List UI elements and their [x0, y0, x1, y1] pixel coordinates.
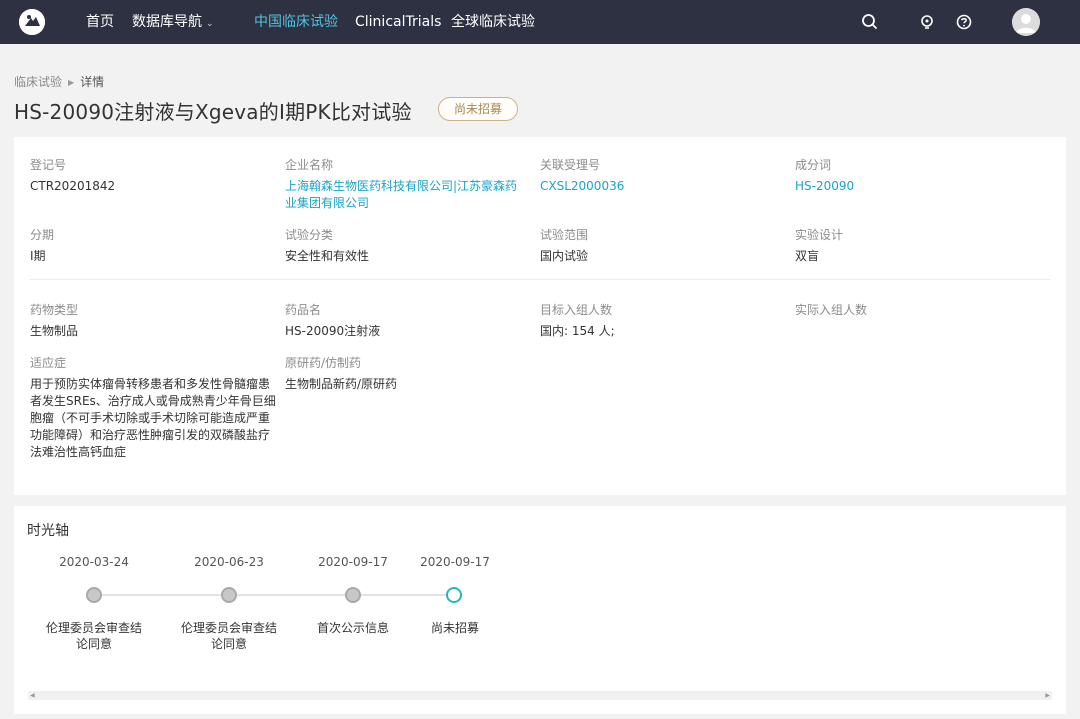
field-label: 分期	[30, 228, 55, 242]
timeline-node-current[interactable]	[446, 587, 462, 603]
nav-home[interactable]: 首页	[86, 0, 114, 44]
field-original-generic: 原研药/仿制药 生物制品新药/原研药	[285, 355, 525, 393]
field-label: 企业名称	[285, 158, 334, 172]
field-value: 生物制品新药/原研药	[285, 377, 398, 391]
field-label: 原研药/仿制药	[285, 356, 362, 370]
scroll-right-icon[interactable]: ▶	[1045, 691, 1050, 700]
field-trial-design: 实验设计 双盲	[795, 227, 1035, 265]
field-label: 目标入组人数	[540, 303, 613, 317]
nav-database-label: 数据库导航	[132, 14, 202, 30]
field-label: 登记号	[30, 158, 67, 172]
field-label: 实际入组人数	[795, 303, 868, 317]
timeline-event-label: 首次公示信息	[316, 621, 389, 635]
top-navigation-bar: 首页 数据库导航 ⌄ 中国临床试验 ClinicalTrials 全球临床试验	[0, 0, 1080, 44]
nav-clinicaltrials[interactable]: ClinicalTrials	[355, 0, 441, 44]
field-company-name: 企业名称 上海翰森生物医药科技有限公司|江苏豪森药业集团有限公司	[285, 157, 525, 212]
field-value: HS-20090注射液	[285, 324, 381, 338]
help-icon[interactable]	[954, 12, 974, 32]
timeline-date: 2020-03-24	[59, 555, 129, 569]
timeline-date: 2020-09-17	[318, 555, 388, 569]
field-value: 安全性和有效性	[285, 249, 370, 263]
nav-clinicaltrials-label: ClinicalTrials	[355, 14, 442, 30]
chevron-down-icon: ⌄	[206, 19, 214, 29]
field-drug-type: 药物类型 生物制品	[30, 302, 270, 340]
nav-china-label: 中国临床试验	[254, 14, 338, 30]
acceptance-number-link[interactable]: CXSL2000036	[540, 178, 780, 195]
page-title: HS-20090注射液与Xgeva的I期PK比对试验	[14, 100, 412, 124]
ingredient-link[interactable]: HS-20090	[795, 178, 1035, 195]
field-indication: 适应症 用于预防实体瘤骨转移患者和多发性骨髓瘤患者发生SREs、治疗成人或骨成熟…	[30, 355, 278, 461]
field-value: 生物制品	[30, 324, 79, 338]
timeline-event-label: 伦理委员会审查结论同意	[45, 621, 142, 651]
field-drug-name: 药品名 HS-20090注射液	[285, 302, 525, 340]
timeline-card: 时光轴 2020-03-24 伦理委员会审查结论同意 2020-06-23 伦理…	[14, 506, 1066, 714]
lightbulb-icon[interactable]	[917, 12, 937, 32]
section-divider	[30, 279, 1050, 280]
scroll-left-icon[interactable]: ◀	[30, 691, 35, 700]
field-label: 试验范围	[540, 228, 589, 242]
field-label: 实验设计	[795, 228, 844, 242]
breadcrumb-current: 详情	[80, 75, 105, 89]
field-value: 国内试验	[540, 249, 589, 263]
field-ingredient: 成分词 HS-20090	[795, 157, 1035, 195]
breadcrumb: 临床试验 ▶ 详情	[14, 73, 104, 90]
field-label: 药品名	[285, 303, 322, 317]
nav-global-label: 全球临床试验	[451, 14, 535, 30]
timeline-event-label: 伦理委员会审查结论同意	[180, 621, 277, 651]
field-trial-category: 试验分类 安全性和有效性	[285, 227, 525, 265]
nav-home-label: 首页	[86, 14, 114, 30]
nav-china-clinical-trials[interactable]: 中国临床试验	[254, 0, 338, 44]
field-value: I期	[30, 249, 46, 263]
breadcrumb-separator-icon: ▶	[68, 78, 75, 87]
logo-icon[interactable]	[19, 9, 45, 35]
trial-detail-card: 登记号 CTR20201842 企业名称 上海翰森生物医药科技有限公司|江苏豪森…	[14, 137, 1066, 495]
timeline-event-label: 尚未招募	[430, 621, 479, 635]
timeline-title: 时光轴	[27, 523, 69, 539]
field-trial-scope: 试验范围 国内试验	[540, 227, 780, 265]
timeline-date: 2020-09-17	[420, 555, 490, 569]
timeline-node[interactable]	[86, 587, 102, 603]
field-acceptance-number: 关联受理号 CXSL2000036	[540, 157, 780, 195]
field-target-enrollment: 目标入组人数 国内: 154 人;	[540, 302, 780, 340]
timeline-node[interactable]	[345, 587, 361, 603]
field-registration-number: 登记号 CTR20201842	[30, 157, 270, 195]
search-icon[interactable]	[860, 12, 880, 32]
field-value: 国内: 154 人;	[540, 324, 615, 338]
status-badge: 尚未招募	[438, 97, 519, 121]
field-value: 双盲	[795, 249, 820, 263]
timeline-track	[94, 594, 455, 596]
breadcrumb-parent-link[interactable]: 临床试验	[14, 75, 62, 89]
field-label: 药物类型	[30, 303, 79, 317]
field-label: 适应症	[30, 356, 67, 370]
field-value: CTR20201842	[30, 179, 116, 193]
field-value: 用于预防实体瘤骨转移患者和多发性骨髓瘤患者发生SREs、治疗成人或骨成熟青少年骨…	[30, 377, 276, 459]
field-label: 成分词	[795, 158, 832, 172]
nav-global-clinical-trials[interactable]: 全球临床试验	[451, 0, 535, 44]
company-name-link[interactable]: 上海翰森生物医药科技有限公司|江苏豪森药业集团有限公司	[285, 178, 525, 212]
timeline-node[interactable]	[221, 587, 237, 603]
user-avatar-icon[interactable]	[1012, 8, 1040, 36]
field-actual-enrollment: 实际入组人数	[795, 302, 1035, 323]
field-label: 试验分类	[285, 228, 334, 242]
field-phase: 分期 I期	[30, 227, 270, 265]
field-label: 关联受理号	[540, 158, 601, 172]
horizontal-scrollbar[interactable]: ◀ ▶	[28, 691, 1052, 700]
timeline-date: 2020-06-23	[194, 555, 264, 569]
nav-database-navigation[interactable]: 数据库导航 ⌄	[132, 0, 214, 44]
